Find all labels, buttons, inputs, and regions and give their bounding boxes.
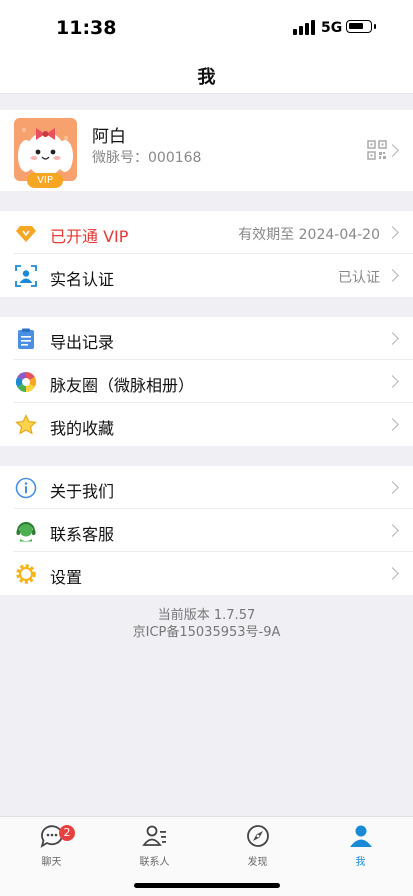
- tab-label: 发现: [247, 857, 268, 868]
- nav-bar: 我: [0, 54, 413, 94]
- row-customer-service[interactable]: 联系客服: [0, 509, 413, 552]
- aperture-icon: [15, 371, 37, 393]
- home-indicator[interactable]: [134, 883, 280, 888]
- info-icon: [15, 477, 37, 499]
- row-moments[interactable]: 脉友圈（微脉相册）: [0, 360, 413, 403]
- row-label: 我的收藏: [50, 419, 115, 438]
- chevron-right-icon: [386, 481, 399, 494]
- row-label: 已开通 VIP: [50, 227, 129, 246]
- icp-license: 京ICP备15035953号-9A: [132, 625, 281, 640]
- verification-status: 已认证: [338, 270, 380, 286]
- chevron-right-icon: [386, 524, 399, 537]
- gear-icon: [16, 564, 36, 584]
- row-favorites[interactable]: 我的收藏: [0, 403, 413, 446]
- diamond-icon: [16, 226, 36, 242]
- row-label: 脉友圈（微脉相册）: [50, 376, 195, 395]
- status-bar: 11:38 5G: [0, 0, 413, 54]
- row-label: 关于我们: [50, 482, 115, 501]
- network-type: 5G: [321, 20, 343, 36]
- chevron-right-icon: [386, 144, 399, 157]
- row-export-records[interactable]: 导出记录: [0, 317, 413, 360]
- row-label: 实名认证: [50, 270, 115, 289]
- version-info: 当前版本 1.7.57 京ICP备15035953号-9A: [0, 607, 413, 641]
- tab-label: 我: [355, 857, 366, 868]
- tab-me[interactable]: 我: [309, 823, 412, 868]
- headset-icon: [16, 522, 36, 542]
- app-version: 当前版本 1.7.57: [157, 608, 256, 623]
- chevron-right-icon: [386, 269, 399, 282]
- row-settings[interactable]: 设置: [0, 552, 413, 595]
- chevron-right-icon: [386, 567, 399, 580]
- row-vip[interactable]: 已开通 VIP 有效期至 2024-04-20: [0, 211, 413, 254]
- star-icon: [15, 414, 37, 435]
- status-time: 11:38: [56, 17, 117, 39]
- tab-label: 联系人: [139, 857, 170, 868]
- row-about-us[interactable]: 关于我们: [0, 466, 413, 509]
- chevron-right-icon: [386, 332, 399, 345]
- row-label: 联系客服: [50, 525, 115, 544]
- profile-id: 微脉号：000168: [92, 150, 202, 166]
- battery-icon: [346, 20, 376, 33]
- avatar[interactable]: [14, 118, 77, 181]
- chevron-right-icon: [386, 375, 399, 388]
- row-verification[interactable]: 实名认证 已认证: [0, 254, 413, 297]
- tab-label: 聊天: [41, 857, 62, 868]
- row-label: 设置: [50, 568, 83, 587]
- clipboard-icon: [18, 328, 34, 349]
- unread-badge: 2: [59, 825, 75, 841]
- compass-icon: [246, 825, 269, 847]
- chevron-right-icon: [386, 226, 399, 239]
- tab-discover[interactable]: 发现: [206, 823, 309, 868]
- id-card-icon: [15, 265, 37, 287]
- page-title: 我: [197, 67, 216, 88]
- vip-expiry: 有效期至 2024-04-20: [238, 227, 380, 243]
- row-label: 导出记录: [50, 333, 115, 352]
- contacts-icon: [141, 825, 166, 846]
- vip-badge: VIP: [27, 173, 63, 188]
- chevron-right-icon: [386, 418, 399, 431]
- person-icon: [349, 825, 372, 847]
- tab-contacts[interactable]: 联系人: [103, 823, 206, 868]
- qr-code-icon[interactable]: [367, 140, 387, 160]
- signal-icon: [293, 20, 315, 35]
- tab-chat[interactable]: 2 聊天: [0, 823, 103, 868]
- profile-name: 阿白: [92, 127, 126, 147]
